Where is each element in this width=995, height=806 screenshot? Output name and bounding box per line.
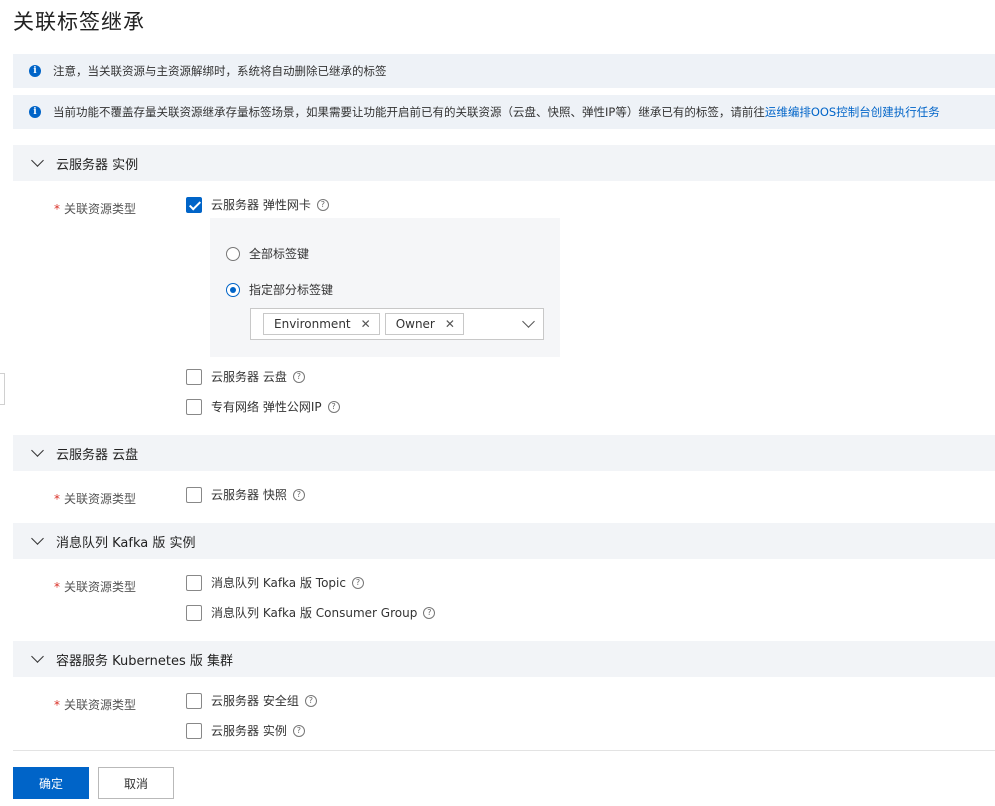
notice-unbind: i 注意，当关联资源与主资源解绑时，系统将自动删除已继承的标签 (13, 54, 995, 88)
close-icon[interactable]: ✕ (445, 317, 455, 331)
section-title: 云服务器 实例 (56, 157, 139, 173)
required-mark: * (54, 202, 60, 216)
form-label: * 关联资源类型 (54, 698, 137, 712)
section-header-k8s-cluster[interactable]: 容器服务 Kubernetes 版 集群 (13, 641, 995, 677)
option-label: 消息队列 Kafka 版 Topic (211, 576, 346, 590)
checkbox-vpc-eip[interactable] (186, 398, 202, 415)
footer-divider (13, 750, 995, 751)
checkbox-ecs-snapshot[interactable] (186, 486, 202, 503)
option-kafka-topic[interactable]: 消息队列 Kafka 版 Topic ? (186, 574, 364, 591)
side-panel-handle[interactable] (0, 373, 5, 405)
section-header-kafka-instance[interactable]: 消息队列 Kafka 版 实例 (13, 523, 995, 559)
notice-text: 注意，当关联资源与主资源解绑时，系统将自动删除已继承的标签 (53, 64, 387, 78)
section-header-ecs-instance[interactable]: 云服务器 实例 (13, 145, 995, 181)
option-label: 云服务器 快照 (211, 488, 287, 502)
chevron-down-icon[interactable] (31, 650, 44, 663)
tag-key-select[interactable]: Environment ✕ Owner ✕ (250, 308, 544, 340)
form-label: * 关联资源类型 (54, 492, 137, 506)
radio-label: 指定部分标签键 (249, 283, 334, 297)
checkbox-ecs-security-group[interactable] (186, 692, 202, 709)
radio-all-tag-keys[interactable]: 全部标签键 (226, 245, 309, 262)
close-icon[interactable]: ✕ (361, 317, 371, 331)
option-label: 云服务器 云盘 (211, 370, 287, 384)
option-ecs-eni[interactable]: 云服务器 弹性网卡 ? (186, 196, 329, 213)
checkbox-kafka-topic[interactable] (186, 574, 202, 591)
option-label: 云服务器 安全组 (211, 694, 299, 708)
section-title: 容器服务 Kubernetes 版 集群 (56, 653, 233, 669)
help-icon[interactable]: ? (316, 198, 329, 211)
chevron-down-icon[interactable] (31, 532, 44, 545)
form-label: * 关联资源类型 (54, 580, 137, 594)
required-mark: * (54, 580, 60, 594)
info-icon: i (29, 106, 41, 118)
chevron-down-icon[interactable] (31, 444, 44, 457)
notice-existing-resources: i 当前功能不覆盖存量关联资源继承存量标签场景，如果需要让功能开启前已有的关联资… (13, 95, 995, 129)
help-icon[interactable]: ? (304, 694, 317, 707)
form-label: * 关联资源类型 (54, 202, 137, 216)
option-label: 专有网络 弹性公网IP (211, 400, 322, 414)
help-icon[interactable]: ? (327, 400, 340, 413)
option-label: 云服务器 弹性网卡 (211, 198, 311, 212)
option-ecs-instance[interactable]: 云服务器 实例 ? (186, 722, 305, 739)
option-vpc-eip[interactable]: 专有网络 弹性公网IP ? (186, 398, 340, 415)
chevron-down-icon[interactable] (522, 315, 535, 328)
required-mark: * (54, 492, 60, 506)
tag-environment: Environment ✕ (263, 313, 380, 335)
help-icon[interactable]: ? (292, 724, 305, 737)
confirm-button[interactable]: 确定 (13, 767, 89, 799)
radio-button[interactable] (226, 282, 240, 297)
checkbox-ecs-eni[interactable] (186, 196, 202, 213)
section-header-ecs-disk[interactable]: 云服务器 云盘 (13, 435, 995, 471)
section-title: 消息队列 Kafka 版 实例 (56, 535, 196, 551)
option-ecs-disk[interactable]: 云服务器 云盘 ? (186, 368, 305, 385)
cancel-button[interactable]: 取消 (98, 767, 174, 799)
option-label: 消息队列 Kafka 版 Consumer Group (211, 606, 418, 620)
help-icon[interactable]: ? (351, 576, 364, 589)
radio-button[interactable] (226, 246, 240, 261)
help-icon[interactable]: ? (292, 488, 305, 501)
help-icon[interactable]: ? (423, 606, 436, 619)
option-ecs-security-group[interactable]: 云服务器 安全组 ? (186, 692, 317, 709)
radio-specific-tag-keys[interactable]: 指定部分标签键 (226, 281, 333, 298)
info-icon: i (29, 65, 41, 77)
page-title: 关联标签继承 (13, 10, 145, 34)
help-icon[interactable]: ? (292, 370, 305, 383)
oos-console-link[interactable]: 运维编排OOS控制台创建执行任务 (765, 104, 940, 120)
chevron-down-icon[interactable] (31, 154, 44, 167)
required-mark: * (54, 698, 60, 712)
option-kafka-consumer-group[interactable]: 消息队列 Kafka 版 Consumer Group ? (186, 604, 436, 621)
tag-owner: Owner ✕ (384, 313, 464, 335)
option-ecs-snapshot[interactable]: 云服务器 快照 ? (186, 486, 305, 503)
notice-text: 当前功能不覆盖存量关联资源继承存量标签场景，如果需要让功能开启前已有的关联资源（… (53, 105, 765, 119)
radio-label: 全部标签键 (249, 247, 310, 261)
option-label: 云服务器 实例 (211, 724, 287, 738)
checkbox-ecs-disk[interactable] (186, 368, 202, 385)
checkbox-ecs-instance[interactable] (186, 722, 202, 739)
section-title: 云服务器 云盘 (56, 447, 139, 463)
checkbox-kafka-consumer-group[interactable] (186, 604, 202, 621)
